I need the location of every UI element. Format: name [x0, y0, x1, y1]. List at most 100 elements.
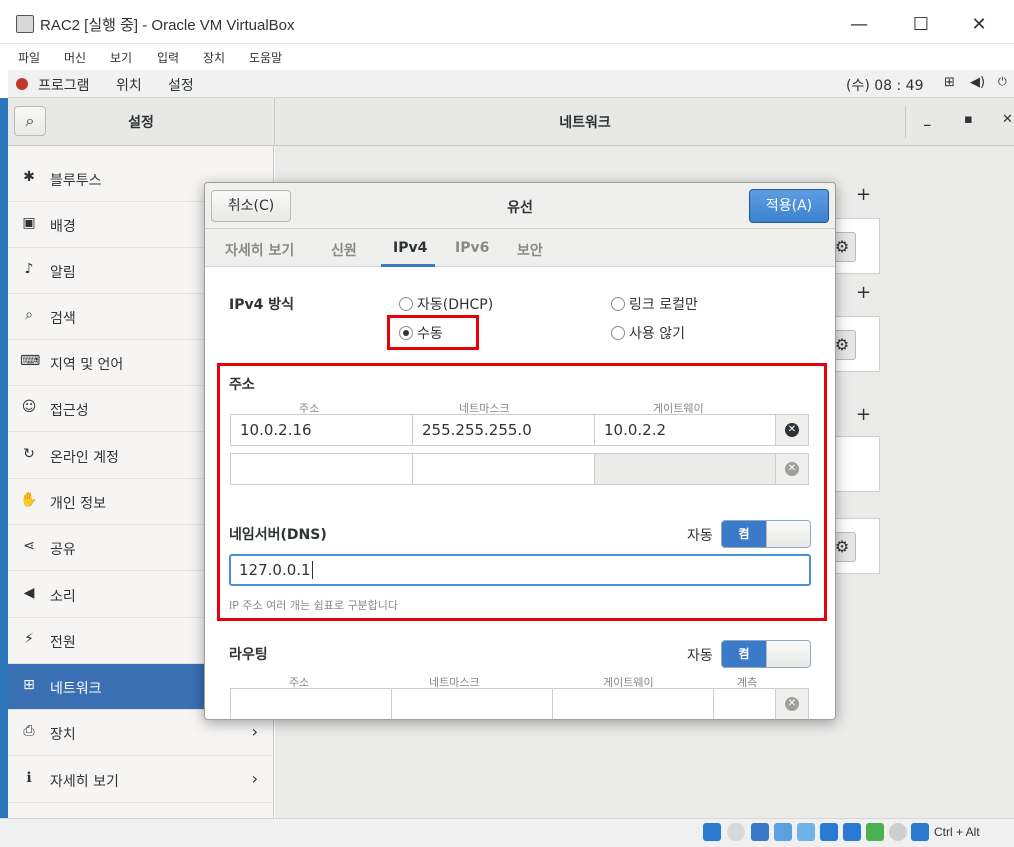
network-status-icon[interactable]: ⊞ — [944, 75, 955, 90]
sidebar-item-details[interactable]: ℹ 자세히 보기 › — [8, 757, 274, 803]
address-input[interactable]: 10.0.2.16 — [230, 414, 413, 446]
dns-input[interactable]: 127.0.0.1 — [229, 554, 811, 586]
vbox-menubar: 파일 머신 보기 입력 장치 도움말 — [0, 44, 1014, 70]
menu-view[interactable]: 보기 — [110, 49, 132, 66]
add-connection-icon[interactable]: + — [856, 184, 871, 205]
cpu-icon[interactable] — [889, 823, 907, 841]
routing-title: 라우팅 — [229, 647, 268, 663]
sidebar-item-label: 장치 — [50, 727, 76, 743]
search-icon: ⌕ — [25, 307, 33, 323]
dialog-tabs: 자세히 보기 신원 IPv4 IPv6 보안 — [205, 229, 835, 267]
menu-machine[interactable]: 머신 — [64, 49, 86, 66]
menu-file[interactable]: 파일 — [18, 49, 40, 66]
gateway-input[interactable] — [594, 453, 776, 485]
network-adapter-icon[interactable] — [774, 823, 792, 841]
address-input[interactable] — [230, 453, 413, 485]
delete-address-button[interactable]: ✕ — [775, 414, 809, 446]
region-icon: ⌨ — [20, 353, 41, 369]
accessibility-icon: ☺ — [21, 399, 37, 415]
route-metric-input[interactable] — [713, 688, 776, 719]
shared-folders-icon[interactable] — [820, 823, 838, 841]
volume-icon[interactable]: ◀) — [970, 75, 985, 90]
routing-auto-switch[interactable]: 켬 — [721, 640, 811, 668]
switch-knob — [766, 641, 810, 667]
ipv4-settings: IPv4 방식 자동(DHCP) 링크 로컬만 수동 사용 않기 주소 주소 네… — [205, 268, 835, 719]
add-proxy-icon[interactable]: + — [856, 404, 871, 425]
hard-disk-icon[interactable] — [703, 823, 721, 841]
sidebar-item-label: 접근성 — [50, 403, 89, 419]
power-icon: ⚡ — [24, 631, 34, 647]
radio-label: 링크 로컬만 — [629, 297, 698, 313]
sidebar-item-label: 소리 — [50, 589, 76, 605]
dns-hint: IP 주소 여러 개는 쉼표로 구분합니다 — [229, 599, 399, 612]
dns-title: 네임서버(DNS) — [229, 527, 327, 543]
vbox-titlebar: RAC2 [실행 중] - Oracle VM VirtualBox — ☐ ✕ — [0, 0, 1014, 44]
share-icon: ⋖ — [23, 538, 35, 554]
tab-details[interactable]: 자세히 보기 — [225, 240, 294, 260]
wired-settings-dialog: 취소(C) 유선 적용(A) 자세히 보기 신원 IPv4 IPv6 보안 IP… — [204, 182, 836, 720]
audio-icon[interactable] — [751, 823, 769, 841]
close-button[interactable]: ✕ — [956, 10, 1002, 40]
radio-label: 사용 않기 — [629, 326, 685, 342]
dns-auto-switch[interactable]: 켬 — [721, 520, 811, 548]
usb-icon[interactable] — [797, 823, 815, 841]
radio-indicator — [611, 297, 625, 311]
netmask-input[interactable]: 255.255.255.0 — [412, 414, 595, 446]
radio-link-local[interactable]: 링크 로컬만 — [611, 294, 698, 314]
menu-input[interactable]: 입력 — [157, 49, 179, 66]
host-key-label: Ctrl + Alt — [934, 825, 980, 839]
menu-devices[interactable]: 장치 — [203, 49, 225, 66]
recording-icon[interactable] — [866, 823, 884, 841]
settings-close-button[interactable]: ✕ — [1002, 112, 1013, 127]
netmask-input[interactable] — [412, 453, 595, 485]
delete-icon: ✕ — [785, 697, 799, 711]
route-gateway-input[interactable] — [552, 688, 714, 719]
places-menu[interactable]: 위치 — [116, 75, 142, 95]
privacy-icon: ✋ — [20, 492, 38, 508]
tab-identity[interactable]: 신원 — [331, 240, 357, 260]
sidebar-item-label: 검색 — [50, 311, 76, 327]
devices-icon: ⎙ — [23, 723, 35, 739]
display-icon[interactable] — [843, 823, 861, 841]
radio-auto-dhcp[interactable]: 자동(DHCP) — [399, 294, 493, 314]
online-accounts-icon: ↻ — [23, 446, 35, 462]
delete-icon: ✕ — [785, 423, 799, 437]
routing-auto-label: 자동 — [687, 648, 713, 664]
tab-security[interactable]: 보안 — [517, 240, 543, 260]
delete-route-button[interactable]: ✕ — [775, 688, 809, 719]
tab-ipv6[interactable]: IPv6 — [455, 240, 489, 256]
settings-app-menu[interactable]: 설정 — [168, 75, 194, 95]
sidebar-item-label: 네트워크 — [50, 681, 102, 697]
gateway-input[interactable]: 10.0.2.2 — [594, 414, 776, 446]
settings-maximize-button[interactable]: ▪ — [964, 112, 973, 127]
route-address-input[interactable] — [230, 688, 392, 719]
vbox-app-icon — [16, 15, 34, 33]
tab-ipv4[interactable]: IPv4 — [393, 240, 427, 256]
applications-menu[interactable]: 프로그램 — [38, 75, 90, 95]
bell-icon: ♪ — [24, 261, 34, 277]
radio-disabled[interactable]: 사용 않기 — [611, 323, 685, 343]
optical-drive-icon[interactable] — [727, 823, 745, 841]
apply-button[interactable]: 적용(A) — [749, 189, 829, 223]
text-cursor — [311, 561, 313, 579]
panel-title: 네트워크 — [559, 115, 611, 131]
delete-icon: ✕ — [785, 462, 799, 476]
maximize-button[interactable]: ☐ — [898, 10, 944, 40]
route-netmask-input[interactable] — [391, 688, 553, 719]
minimize-button[interactable]: — — [836, 10, 882, 40]
keyboard-capture-icon[interactable] — [911, 823, 929, 841]
guest-topbar: 프로그램 위치 설정 (수) 08 : 49 ⊞ ◀) ⏻ — [8, 70, 1014, 98]
delete-address-button[interactable]: ✕ — [775, 453, 809, 485]
network-icon: ⊞ — [23, 677, 35, 693]
settings-minimize-button[interactable]: _ — [924, 112, 931, 127]
clock[interactable]: (수) 08 : 49 — [846, 75, 924, 95]
active-tab-indicator — [381, 264, 435, 267]
dns-value: 127.0.0.1 — [239, 561, 311, 579]
chevron-right-icon: › — [251, 769, 258, 788]
window-title: RAC2 [실행 중] - Oracle VM VirtualBox — [40, 17, 295, 34]
add-vpn-icon[interactable]: + — [856, 282, 871, 303]
menu-help[interactable]: 도움말 — [249, 49, 282, 66]
header-controls-divider — [905, 106, 906, 138]
address-section-title: 주소 — [229, 377, 255, 393]
power-menu-icon[interactable]: ⏻ — [998, 75, 1007, 89]
